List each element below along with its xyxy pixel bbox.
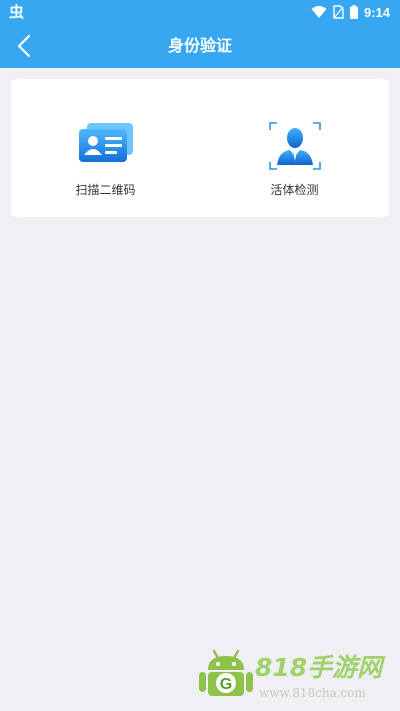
svg-text:G: G	[220, 676, 232, 693]
status-time: 9:14	[363, 4, 390, 20]
watermark-url: www.818cha.com	[259, 686, 366, 700]
page-title: 身份验证	[167, 36, 232, 55]
no-sim-icon	[333, 5, 344, 19]
watermark-title: 818手游网	[255, 653, 383, 682]
scan-qr-code-label: 扫描二维码	[75, 183, 136, 197]
app-bar: 身份验证	[0, 24, 400, 68]
wifi-icon	[311, 6, 327, 18]
verification-options-card: 扫描二维码 活体检测	[11, 79, 389, 217]
id-card-icon	[78, 123, 133, 162]
back-button[interactable]	[6, 28, 42, 64]
notification-app-icon: 虫	[9, 3, 25, 21]
android-logo-icon: G	[199, 649, 253, 696]
face-scan-icon	[268, 122, 321, 170]
chevron-left-icon	[17, 34, 31, 58]
liveness-detection-option[interactable]: 活体检测	[200, 79, 389, 217]
status-bar: 虫 9:14	[0, 0, 400, 24]
scan-qr-code-option[interactable]: 扫描二维码	[11, 79, 200, 217]
liveness-detection-label: 活体检测	[270, 183, 319, 197]
watermark: G 818手游网 www.818cha.com	[198, 646, 398, 708]
status-icons: 9:14	[311, 3, 390, 21]
battery-icon	[349, 5, 358, 19]
